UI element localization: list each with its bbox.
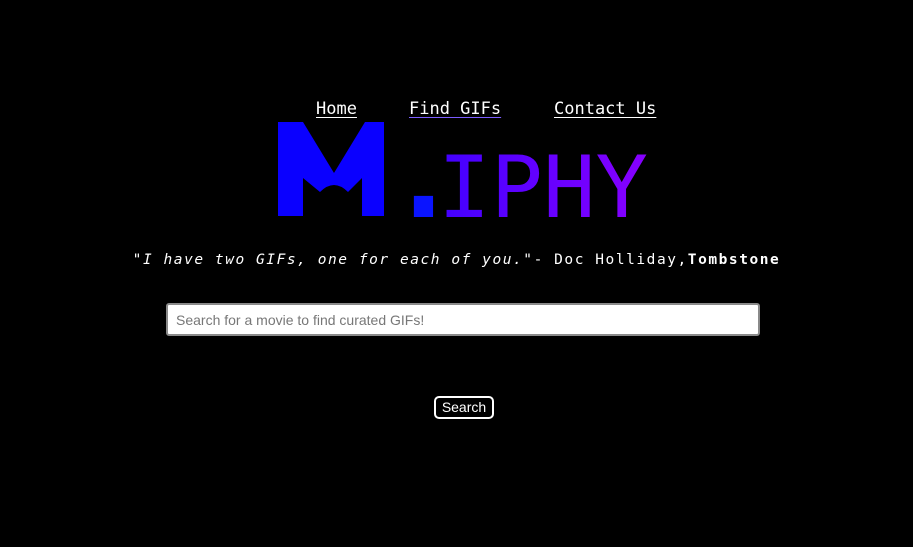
quote-attribution: - Doc Holliday, <box>533 252 688 268</box>
movie-quote: "I have two GIFs, one for each of you."-… <box>0 252 913 268</box>
miphy-logo: . IPHY <box>276 120 656 224</box>
logo-iphy-text: IPHY <box>438 138 648 224</box>
logo-m-glyph <box>278 122 384 216</box>
search-button[interactable]: Search <box>434 396 494 419</box>
nav-link-find-gifs[interactable]: Find GIFs <box>409 99 501 119</box>
nav-link-contact-us[interactable]: Contact Us <box>554 99 656 119</box>
movie-search-input[interactable] <box>166 303 760 336</box>
nav-link-home[interactable]: Home <box>316 99 357 119</box>
quote-movie-title: Tombstone <box>687 252 781 268</box>
quote-text: "I have two GIFs, one for each of you." <box>132 252 534 268</box>
